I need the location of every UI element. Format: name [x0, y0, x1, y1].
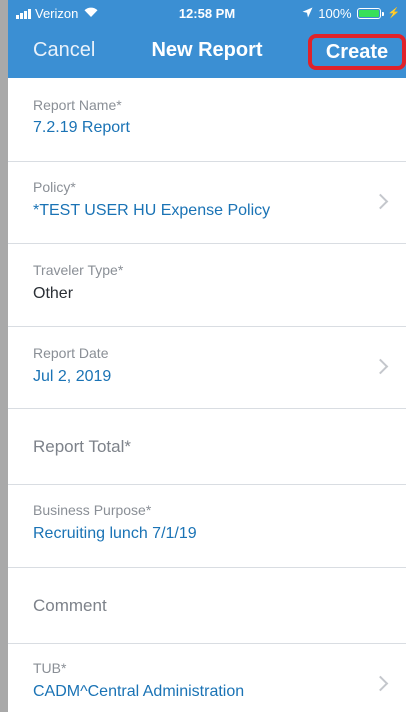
- battery-percent: 100%: [318, 6, 352, 21]
- battery-fill: [358, 10, 379, 17]
- business-purpose-field[interactable]: Business Purpose* Recruiting lunch 7/1/1…: [8, 485, 406, 568]
- chevron-right-icon: [372, 193, 389, 210]
- report-date-value: Jul 2, 2019: [33, 368, 112, 385]
- business-purpose-label: Business Purpose*: [33, 502, 152, 518]
- policy-label: Policy*: [33, 179, 76, 195]
- chevron-right-icon: [372, 675, 389, 692]
- status-right: 100% ⚡: [302, 6, 400, 21]
- policy-field[interactable]: Policy* *TEST USER HU Expense Policy: [8, 162, 406, 244]
- report-name-field[interactable]: Report Name* 7.2.19 Report: [8, 78, 406, 162]
- charging-bolt-icon: ⚡: [387, 8, 400, 19]
- tub-value: CADM^Central Administration: [33, 683, 245, 700]
- report-total-placeholder: Report Total*: [33, 437, 131, 456]
- tub-label: TUB*: [33, 660, 67, 676]
- location-arrow-icon: [302, 7, 313, 21]
- tub-field[interactable]: TUB* CADM^Central Administration: [8, 644, 406, 712]
- nav-bar: Cancel New Report Create: [8, 26, 406, 78]
- policy-value: *TEST USER HU Expense Policy: [33, 202, 271, 219]
- business-purpose-value: Recruiting lunch 7/1/19: [33, 525, 197, 542]
- comment-field[interactable]: Comment: [8, 568, 406, 644]
- header: Verizon 12:58 PM 100% ⚡ Cancel New Repor…: [8, 0, 406, 78]
- report-form: Report Name* 7.2.19 Report Policy* *TEST…: [8, 78, 406, 712]
- comment-placeholder: Comment: [33, 596, 107, 615]
- phone-screen: Verizon 12:58 PM 100% ⚡ Cancel New Repor…: [8, 0, 406, 712]
- traveler-type-field[interactable]: Traveler Type* Other: [8, 244, 406, 327]
- chevron-right-icon: [372, 358, 389, 375]
- report-name-value: 7.2.19 Report: [33, 119, 130, 136]
- battery-icon: [356, 8, 384, 19]
- traveler-type-label: Traveler Type*: [33, 262, 124, 278]
- report-total-field[interactable]: Report Total*: [8, 409, 406, 485]
- status-bar: Verizon 12:58 PM 100% ⚡: [8, 0, 406, 26]
- report-date-field[interactable]: Report Date Jul 2, 2019: [8, 327, 406, 409]
- create-button[interactable]: Create: [308, 34, 406, 70]
- report-date-label: Report Date: [33, 345, 109, 361]
- report-name-label: Report Name*: [33, 97, 122, 113]
- traveler-type-value: Other: [33, 285, 74, 302]
